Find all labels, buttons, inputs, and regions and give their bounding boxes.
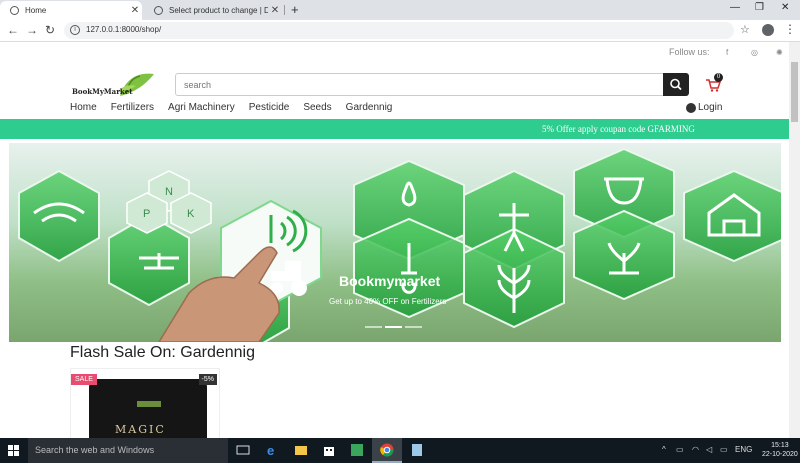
cart-count-badge: 0 xyxy=(714,73,723,82)
svg-text:K: K xyxy=(187,208,195,220)
language-indicator[interactable]: ENG xyxy=(735,445,752,454)
edge-icon[interactable]: e xyxy=(266,443,280,457)
svg-text:P: P xyxy=(143,208,150,220)
notification-icon[interactable]: ▭ xyxy=(720,445,728,454)
package-text: MAGIC SOIL xyxy=(115,423,166,438)
search-icon xyxy=(670,78,682,91)
restore-icon[interactable]: ❐ xyxy=(755,2,764,13)
scrollbar-thumb[interactable] xyxy=(791,62,798,122)
url-text[interactable]: 127.0.0.1:8000/shop/ xyxy=(86,25,161,34)
chrome-icon xyxy=(380,443,394,457)
login-label: Login xyxy=(698,102,723,113)
notes-app-icon[interactable] xyxy=(410,443,424,457)
carousel-indicators xyxy=(365,326,422,328)
site-logo[interactable]: BookMyMarket xyxy=(72,70,158,100)
nav-item-home[interactable]: Home xyxy=(70,102,97,113)
tab-home[interactable]: Home ✕ xyxy=(0,1,142,20)
tab-title: Select product to change | Djang xyxy=(169,6,268,15)
barn-hex xyxy=(683,169,781,263)
close-window-icon[interactable]: ✕ xyxy=(781,2,789,13)
hero-banner[interactable]: N P K Bookmymarket Get up to 40% OFF on Fe… xyxy=(9,143,781,342)
carousel-dot-active[interactable] xyxy=(385,326,402,328)
nav-item-agri-machinery[interactable]: Agri Machinery xyxy=(168,102,235,113)
banner-graphic: N P K xyxy=(18,147,781,342)
tab-strip: Home ✕ Select product to change | Djang … xyxy=(0,0,800,20)
product-image[interactable]: MAGIC SOIL xyxy=(89,379,207,438)
volume-icon[interactable]: ◁ xyxy=(706,445,712,454)
instagram-icon[interactable]: ◎ xyxy=(751,48,758,57)
promo-bar: 5% Offer apply coupan code GFARMING xyxy=(0,119,789,139)
nav-item-seeds[interactable]: Seeds xyxy=(303,102,331,113)
carousel-dot[interactable] xyxy=(405,326,422,328)
search-button[interactable] xyxy=(663,73,689,96)
windows-start-icon[interactable] xyxy=(8,445,19,456)
task-view-icon[interactable] xyxy=(236,443,250,457)
store-icon[interactable] xyxy=(322,443,336,457)
info-icon[interactable]: i xyxy=(70,25,80,35)
carousel-dot[interactable] xyxy=(365,326,382,328)
wifi-icon[interactable]: ◠ xyxy=(692,445,699,454)
taskbar-clock[interactable]: 15:13 22-10-2020 xyxy=(762,441,798,459)
back-arrow-icon[interactable]: ← xyxy=(7,23,19,37)
page-viewport: Follow us: f ◎ ✺ BookMyMarket 0 Home Fer… xyxy=(0,42,789,438)
reload-icon[interactable]: ↻ xyxy=(45,23,55,37)
nav-item-pesticide[interactable]: Pesticide xyxy=(249,102,290,113)
chrome-taskbar-active[interactable] xyxy=(372,438,402,463)
clock-time: 15:13 xyxy=(771,442,789,449)
taskbar-search[interactable]: Search the web and Windows xyxy=(28,438,228,463)
promo-text: 5% Offer apply coupan code GFARMING xyxy=(542,124,695,134)
page-scrollbar[interactable] xyxy=(789,42,800,438)
star-icon[interactable]: ☆ xyxy=(740,23,750,36)
tab-title: Home xyxy=(25,6,47,15)
login-link[interactable]: Login xyxy=(686,102,722,113)
nav-item-fertilizers[interactable]: Fertilizers xyxy=(111,102,154,113)
flash-sale-title: Flash Sale On: Gardennig xyxy=(70,344,255,361)
minimize-icon[interactable]: — xyxy=(730,2,740,13)
facebook-icon[interactable]: f xyxy=(726,48,728,57)
close-tab-icon[interactable]: ✕ xyxy=(268,5,282,16)
forward-arrow-icon[interactable]: → xyxy=(26,23,38,37)
follow-us-label: Follow us: xyxy=(669,47,710,57)
clock-date: 22-10-2020 xyxy=(762,451,798,458)
profile-icon[interactable] xyxy=(762,24,774,36)
svg-text:N: N xyxy=(165,186,173,198)
nav-item-gardennig[interactable]: Gardennig xyxy=(346,102,393,113)
tab-django-admin[interactable]: Select product to change | Djang ✕ xyxy=(144,1,282,20)
search-input[interactable] xyxy=(175,73,665,96)
address-bar[interactable]: i 127.0.0.1:8000/shop/ xyxy=(64,22,734,39)
svg-text:e: e xyxy=(267,443,274,457)
main-nav: Home Fertilizers Agri Machinery Pesticid… xyxy=(70,102,392,113)
brand-mark xyxy=(137,401,161,407)
user-icon xyxy=(686,102,696,113)
battery-icon[interactable]: ▭ xyxy=(676,445,684,454)
product-card[interactable]: MAGIC SOIL SALE -5% xyxy=(70,368,220,438)
dribbble-icon[interactable]: ✺ xyxy=(776,48,783,57)
close-tab-icon[interactable]: ✕ xyxy=(128,5,142,16)
globe-icon xyxy=(10,6,19,15)
banner-subtitle: Get up to 40% OFF on Fertilizers xyxy=(329,297,447,306)
banner-title: Bookmymarket xyxy=(339,273,441,289)
tray-up-arrow-icon[interactable]: ^ xyxy=(662,445,666,454)
sale-badge: SALE xyxy=(71,374,97,385)
new-tab-button[interactable]: + xyxy=(291,2,299,17)
file-explorer-icon[interactable] xyxy=(294,443,308,457)
globe-icon xyxy=(154,6,163,15)
windows-taskbar: Search the web and Windows e ^ ▭ ◠ ◁ ▭ E… xyxy=(0,438,800,463)
app-icon[interactable] xyxy=(350,443,364,457)
logo-text: BookMyMarket xyxy=(72,87,133,96)
browser-toolbar: ← → ↻ i 127.0.0.1:8000/shop/ ☆ ⋮ xyxy=(0,20,800,42)
menu-kebab-icon[interactable]: ⋮ xyxy=(784,22,796,36)
tab-separator xyxy=(284,5,285,15)
discount-badge: -5% xyxy=(198,374,217,385)
